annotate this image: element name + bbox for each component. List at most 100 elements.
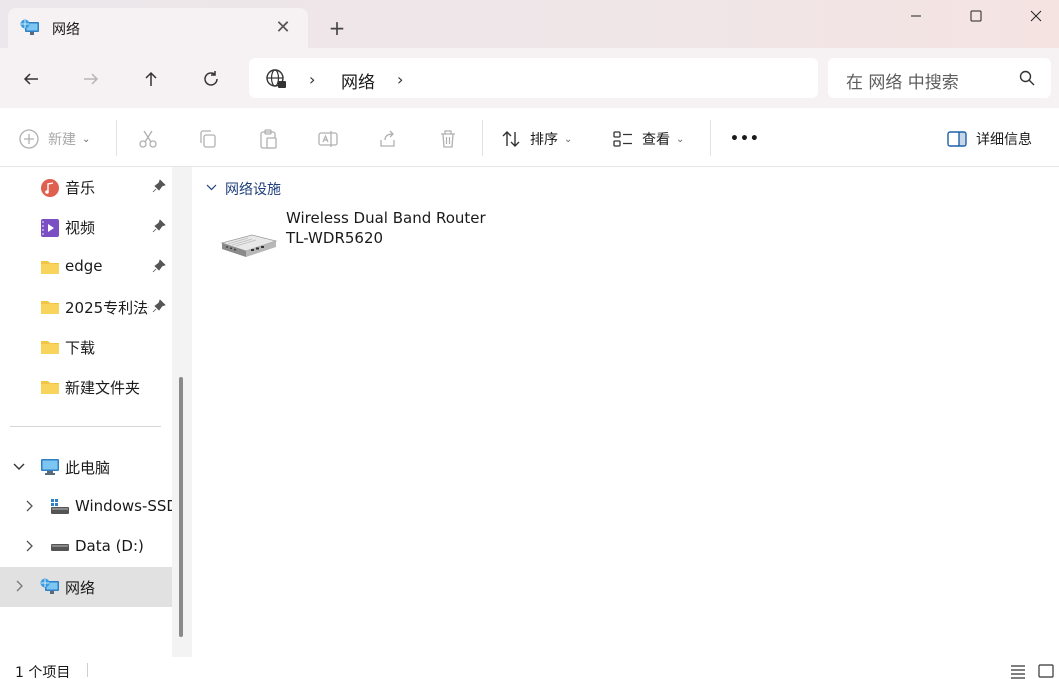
details-pane-button[interactable]: 详细信息: [946, 126, 1032, 152]
status-separator: [87, 663, 88, 677]
sidebar-item-label: 网络: [65, 579, 96, 597]
arrow-left-icon: [23, 73, 38, 85]
arrow-right-icon: [84, 73, 99, 85]
chevron-down-icon: ⌄: [564, 133, 573, 145]
copy-icon: [200, 130, 216, 148]
sidebar-item-label: 新建文件夹: [65, 379, 141, 397]
chevron-right-icon[interactable]: [12, 579, 26, 593]
view-label: 查看: [642, 132, 670, 148]
chevron-down-icon: [206, 182, 217, 196]
scissors-icon: [139, 130, 157, 148]
sidebar-divider: [10, 426, 161, 427]
chevron-down-icon[interactable]: [12, 459, 26, 473]
sidebar-scrollbar-thumb[interactable]: [179, 377, 183, 637]
computer-icon: [40, 458, 60, 476]
group-header-network-infrastructure[interactable]: 网络设施: [206, 179, 281, 199]
search-icon: [1018, 69, 1036, 87]
separator: [482, 120, 483, 156]
router-icon: [218, 221, 278, 261]
tiles-view-icon: [1038, 664, 1054, 678]
rename-button[interactable]: [317, 126, 339, 152]
maximize-button[interactable]: [956, 4, 996, 28]
pin-icon: [152, 179, 166, 193]
pin-icon: [152, 299, 166, 313]
separator: [116, 120, 117, 156]
search-box[interactable]: 在 网络 中搜索: [828, 58, 1051, 98]
folder-icon: [40, 258, 60, 276]
forward-button[interactable]: [78, 66, 104, 92]
sidebar-item-label: 音乐: [65, 179, 96, 197]
command-bar: 新建 ⌄ 排序 ⌄ 查看 ⌄ ••• 详细信息: [0, 108, 1059, 167]
close-icon: [1030, 10, 1042, 22]
folder-icon: [40, 338, 60, 356]
sidebar-item-label: Windows-SSD: [75, 497, 172, 515]
sidebar-item-label: 下载: [65, 339, 96, 357]
refresh-icon: [204, 71, 218, 86]
sidebar-item-music[interactable]: 音乐: [0, 167, 172, 207]
large-icons-view-button[interactable]: [1038, 663, 1054, 679]
group-label: 网络设施: [225, 182, 281, 198]
view-button[interactable]: 查看 ⌄: [612, 126, 684, 152]
tab-close-icon[interactable]: ✕: [272, 17, 294, 39]
sidebar-item-videos[interactable]: 视频: [0, 207, 172, 247]
more-options-button[interactable]: •••: [730, 126, 760, 152]
file-list: 网络设施 Wireless Dual Band Router TL-WDR562…: [192, 167, 1059, 657]
clipboard-icon: [260, 129, 277, 149]
breadcrumb-trailing-chevron[interactable]: ›: [397, 70, 403, 89]
sidebar-item-patent-folder[interactable]: 2025专利法规: [0, 287, 172, 327]
item-count: 1 个项目: [15, 665, 71, 679]
chevron-down-icon: ⌄: [676, 133, 685, 145]
list-view-icon: [1011, 665, 1025, 679]
details-pane-icon: [947, 131, 967, 147]
rename-icon: [318, 131, 338, 147]
paste-button[interactable]: [257, 126, 279, 152]
sidebar-item-downloads[interactable]: 下载: [0, 327, 172, 367]
maximize-icon: [970, 10, 982, 22]
navigation-bar: › 网络 › 在 网络 中搜索: [0, 48, 1059, 108]
share-icon: [380, 130, 395, 147]
copy-button[interactable]: [197, 126, 219, 152]
chevron-right-icon[interactable]: [22, 499, 36, 513]
delete-button[interactable]: [437, 126, 459, 152]
tab-network[interactable]: 网络 ✕: [8, 8, 308, 48]
trash-icon: [441, 130, 455, 148]
network-device-item[interactable]: Wireless Dual Band Router TL-WDR5620: [218, 209, 498, 265]
minimize-button[interactable]: [896, 4, 936, 28]
search-input[interactable]: 在 网络 中搜索: [846, 68, 959, 93]
plus-circle-icon: [19, 129, 39, 149]
music-icon: [40, 178, 60, 197]
sidebar-item-label: 此电脑: [65, 459, 111, 477]
drive-icon: [50, 498, 70, 516]
breadcrumb-network[interactable]: 网络: [341, 68, 375, 93]
drive-icon: [50, 538, 70, 556]
address-bar[interactable]: › 网络 ›: [249, 58, 818, 98]
sidebar-item-label: edge: [65, 257, 103, 275]
device-name: Wireless Dual Band Router: [286, 209, 486, 227]
sidebar-item-label: 2025专利法规: [65, 299, 149, 317]
sidebar-item-windows-ssd[interactable]: Windows-SSD: [0, 487, 172, 527]
arrow-up-icon: [145, 71, 157, 86]
sidebar-item-this-pc[interactable]: 此电脑: [0, 447, 172, 487]
new-tab-button[interactable]: +: [326, 17, 348, 39]
close-window-button[interactable]: [1016, 4, 1056, 28]
sidebar-item-new-folder[interactable]: 新建文件夹: [0, 367, 172, 407]
cut-button[interactable]: [137, 126, 159, 152]
details-view-button[interactable]: [1010, 663, 1026, 679]
up-button[interactable]: [138, 66, 164, 92]
sidebar-item-network[interactable]: 网络: [0, 567, 172, 607]
chevron-right-icon[interactable]: [22, 539, 36, 553]
share-button[interactable]: [377, 126, 399, 152]
sort-button[interactable]: 排序 ⌄: [500, 126, 572, 152]
sidebar-item-label: 视频: [65, 219, 96, 237]
sidebar-item-data-d[interactable]: Data (D:): [0, 527, 172, 567]
navigation-pane: 音乐 视频 edge 2025专利法规 下载 新建文件夹: [0, 167, 172, 657]
breadcrumb-chevron[interactable]: ›: [309, 70, 315, 89]
pin-icon: [152, 219, 166, 233]
refresh-button[interactable]: [198, 66, 224, 92]
sidebar-item-edge[interactable]: edge: [0, 247, 172, 287]
new-label: 新建: [48, 132, 76, 148]
sort-label: 排序: [530, 132, 558, 148]
sidebar-item-label: Data (D:): [75, 537, 144, 555]
new-button[interactable]: 新建 ⌄: [18, 126, 90, 152]
back-button[interactable]: [18, 66, 44, 92]
